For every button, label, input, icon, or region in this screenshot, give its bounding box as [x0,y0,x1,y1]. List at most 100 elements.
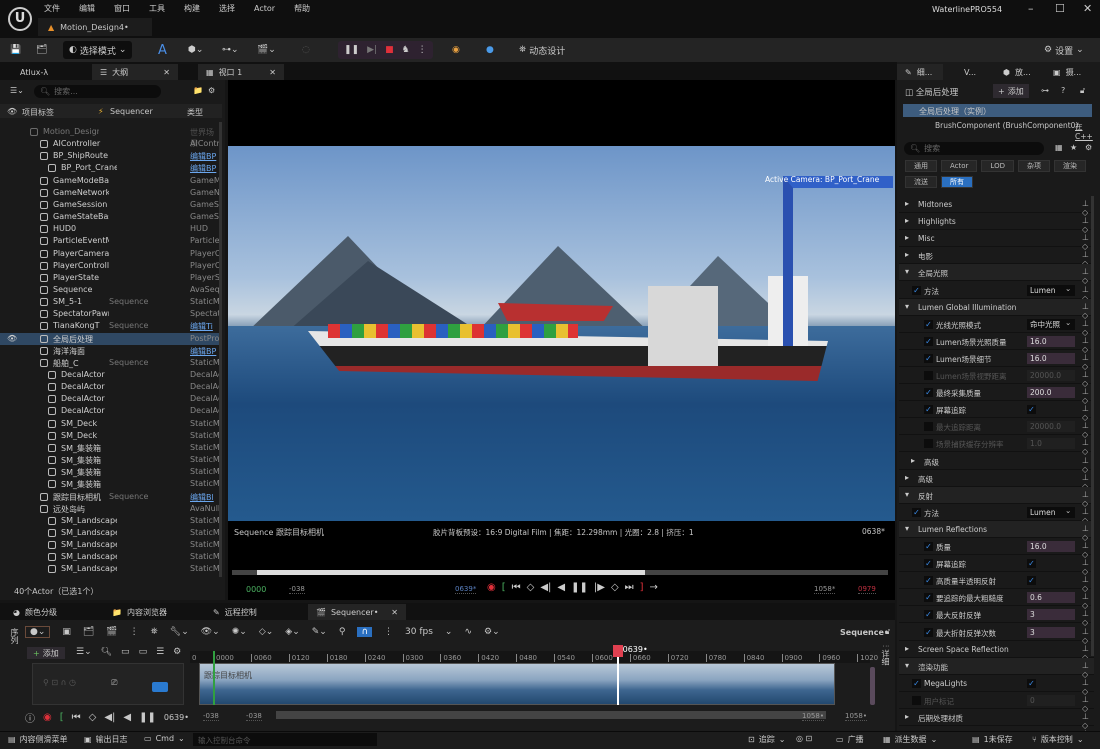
hierarchy-icon[interactable]: ⊶ [1041,86,1049,95]
outliner-row[interactable]: SM_Deck StaticMesh [0,430,222,443]
cmd-select[interactable]: ▭ Cmd ⌄ [144,734,185,743]
property-row[interactable]: ✓最大折射反弹次数3↶⊥ ◇ [899,624,1094,645]
cinematics-button[interactable]: 🎬⌄ [257,41,276,59]
chevron-down-icon[interactable]: ⌄ [1065,284,1071,293]
property-value[interactable]: 3 [1027,626,1075,638]
enable-checkbox[interactable]: ✓ [924,388,933,398]
property-row[interactable]: 最大追踪距离 20000.0 ⊥ ◇ [899,418,1094,439]
outliner-row[interactable]: DecalActor DecalActor [0,393,222,406]
property-row[interactable]: ✓最终采集质量200.0↶⊥ ◇ [899,384,1094,405]
lock-icon[interactable]: 🔓︎ [1080,86,1085,96]
expand-arrow-icon[interactable]: ▾ [905,661,909,670]
actor-type[interactable]: 编辑BP [190,151,220,162]
world-select-icon[interactable]: ●⌄ [25,626,51,638]
outliner-row[interactable]: GameModeBase GameMode [0,175,222,188]
property-row[interactable]: ▾ Lumen Reflections ⊥ ◇ [899,520,1094,542]
playback-icon[interactable]: ✺⌄ [232,627,247,637]
property-row[interactable]: ✓Lumen场景细节16.0↶⊥ ◇ [899,350,1094,371]
expand-arrow-icon[interactable]: ▾ [905,490,909,499]
menu-item[interactable]: 帮助 [294,3,310,14]
menu-item[interactable]: 文件 [44,3,60,14]
tab-remote-control[interactable]: ✎ 远程控制 [205,604,265,620]
close-tab-icon[interactable]: ✕ [391,608,398,617]
property-row[interactable]: ✓Lumen场景光照质量16.0↶⊥ ◇ [899,333,1094,354]
property-row[interactable]: ✓要追踪的最大粗糙度0.6↶⊥ ◇ [899,589,1094,610]
expand-arrow-icon[interactable]: ▸ [905,644,909,653]
outliner-row[interactable]: SM_Landscape StaticMesh [0,515,222,528]
trace-button[interactable]: ⊡ 追踪 ⌄ [748,734,785,745]
dynamic-design-button[interactable]: ⛯ 动态设计 [519,41,565,59]
menu-item[interactable]: 选择 [219,3,235,14]
chevron-down-icon[interactable]: ⌄ [1065,318,1071,327]
outliner-row[interactable]: SM_Landscape StaticMesh [0,563,222,576]
outliner-row[interactable]: 远处岛屿 AvaNull [0,503,222,516]
playhead[interactable] [612,645,623,705]
visibility-icon[interactable]: 👁︎ [7,334,17,343]
prev-key-icon[interactable]: ◇ [89,712,97,723]
tab-place[interactable]: ⬢ 放... [995,64,1039,80]
camera-icon[interactable] [152,682,168,692]
visibility-icon[interactable]: 👁︎ [7,107,17,116]
enable-checkbox[interactable]: ✓ [912,285,921,295]
table-icon[interactable]: ▦ [1055,143,1063,152]
outliner-row[interactable]: 跟踪目标相机 Sequence 编辑Bl [0,491,222,504]
property-row[interactable]: ▸ 后期处理材质 ⊥ ◇ [899,709,1094,730]
property-checkbox[interactable]: ✓ [1027,678,1036,688]
property-row[interactable]: ▾ Lumen Global Illumination ⊥ ◇ [899,298,1094,320]
enable-checkbox[interactable]: ✓ [924,336,933,346]
prev-key-icon[interactable]: ◇ [527,582,535,593]
tab-color-grading[interactable]: ◕ 颜色分级 [5,604,65,620]
property-row[interactable]: ▸ Highlights ⊥ ◇ [899,213,1094,234]
console-input[interactable]: 输入控制台命令 [193,733,377,746]
working-start-field[interactable]: -038 [246,712,262,721]
start-frame[interactable]: 0000 [246,585,266,594]
outliner-search-input[interactable]: 🔍︎ 搜索... [34,85,161,98]
property-row[interactable]: Lumen场景视野距离 20000.0 ⊥ ◇ [899,367,1094,388]
outliner-row[interactable]: BP_ShipRoute 编辑BP [0,150,222,163]
modeling-icon[interactable]: A [158,41,167,59]
property-row[interactable]: ✓最大反射反弹3↶⊥ ◇ [899,606,1094,627]
outliner-row[interactable]: SM_Landscape StaticMesh [0,539,222,552]
property-row[interactable]: ▸电影⊥ ◇ [899,247,1094,268]
document-tab[interactable]: ▲ Motion_Design4• [38,18,152,36]
property-row[interactable]: ✓ 屏幕追踪 ✓ ⊥ ◇ [899,401,1094,422]
record-trace-icon[interactable]: ◎ ⊡ [796,734,812,743]
chevron-down-icon[interactable]: ⌄ [1065,506,1071,515]
settings-button[interactable]: ⚙ 设置 ⌄ [1044,41,1084,59]
marker-icon[interactable]: ⚲ [339,627,346,637]
viewport-scrubber[interactable] [232,570,888,575]
outliner-row[interactable]: GameSession GameSession [0,199,222,212]
gear-icon[interactable]: ⚙ [1085,143,1092,152]
tab-content-browser[interactable]: 📁 内容浏览器 [104,604,175,620]
tab-v[interactable]: V... [956,64,984,80]
in-bracket-icon[interactable]: [ [502,582,506,593]
outliner-row[interactable]: DecalActor DecalActor [0,369,222,382]
actor-icon[interactable]: ⛯ [151,627,158,637]
out-bracket-icon[interactable]: ] [640,582,644,593]
details-search-input[interactable]: 🔍︎ 搜索 [904,142,1044,155]
property-value[interactable]: 200.0 [1027,387,1075,399]
in-frame[interactable]: -038 [289,585,305,594]
property-row[interactable]: ✓方法Lumen⌄⊥ ◇ [899,504,1094,525]
property-value[interactable]: 16.0 [1027,541,1075,552]
filter-chip[interactable]: LOD [981,160,1014,172]
cpp-link[interactable]: 在C++ [1075,121,1100,141]
enable-checkbox[interactable]: ✓ [924,542,933,551]
menu-item[interactable]: Actor [254,4,275,13]
outliner-row[interactable]: PlayerState PlayerState [0,272,222,285]
filter-icon[interactable]: ☰⌄ [76,647,92,657]
actor-type[interactable]: 编辑BP [190,346,220,357]
close-icon[interactable]: ✕ [1083,2,1092,15]
property-value[interactable]: 0.6 [1027,592,1075,604]
component-instance[interactable]: 全局后处理（实例） [903,104,1092,117]
help-icon[interactable]: ? [1061,86,1065,95]
property-row[interactable]: ✓高质量半透明反射✓↶⊥ ◇ [899,572,1094,593]
find-icon[interactable]: 🗂 [83,627,94,637]
possess-icon[interactable]: ♞ [402,45,410,55]
derived-data-button[interactable]: ▦ 派生数据 ⌄ [883,734,937,745]
sequence-side-tab[interactable]: 序列 [9,628,20,644]
unsaved-button[interactable]: ▤ 1未保存 [972,734,1013,745]
info-icon[interactable]: ⓘ [25,710,35,725]
enable-checkbox[interactable]: ✓ [924,353,933,363]
outliner-row[interactable]: SpectatorPawn SpectatorPawn [0,308,222,321]
